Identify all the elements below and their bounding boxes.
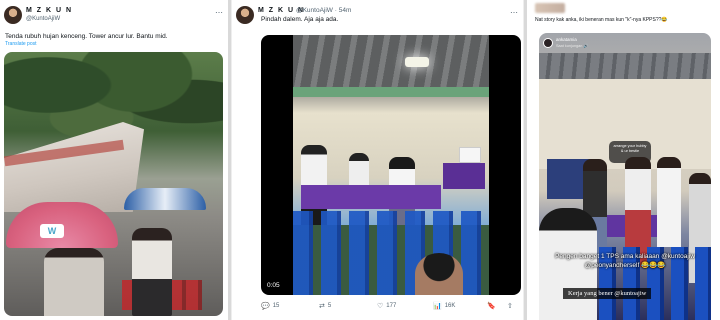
like-count: 177 xyxy=(386,303,397,309)
roof-beam-graphic xyxy=(293,87,489,97)
blue-umbrella-graphic xyxy=(124,188,206,210)
like-button[interactable]: ♡ 177 xyxy=(377,302,396,310)
ceiling-light-graphic xyxy=(405,57,429,67)
story-caption: Pengen banget 1 TPS ama kaliaaan @kuntoa… xyxy=(555,253,695,269)
video-duration: 0:05 xyxy=(267,282,280,289)
tweet-panel-story: Nat story kak anka, iki beneran mas kun … xyxy=(527,0,720,320)
tweet-panel-tenda: M Z K U N @KuntoAjiW ⋯ Tenda rubuh hujan… xyxy=(0,0,228,320)
reply-button[interactable]: 💬 15 xyxy=(261,302,279,310)
bookmark-icon: 🔖 xyxy=(487,303,496,310)
instagram-story-screenshot[interactable]: ankatamia Saat kunjungan 🔊 arrange your … xyxy=(539,33,711,320)
tweet-actions: 💬 15 ⇄ 5 ♡ 177 📊 16K 🔖 ⇧ xyxy=(261,302,521,314)
story-subtitle: Saat kunjungan 🔊 xyxy=(556,44,589,48)
person-graphic xyxy=(44,248,104,316)
video-frame xyxy=(293,35,489,295)
person-graphic xyxy=(132,228,172,316)
tweet-photo[interactable]: W xyxy=(4,52,223,316)
story-caption-secondary: Kerja yang bener @kuntoajiw xyxy=(563,288,652,299)
voting-booth-graphic xyxy=(459,147,481,163)
share-button[interactable]: ⇧ xyxy=(507,302,513,310)
views-button[interactable]: 📊 16K xyxy=(433,302,455,310)
share-icon: ⇧ xyxy=(507,303,513,310)
repost-button[interactable]: ⇄ 5 xyxy=(319,302,331,310)
heart-icon: ♡ xyxy=(377,303,384,310)
more-options-icon[interactable]: ⋯ xyxy=(215,8,224,17)
tweet-video[interactable]: 0:05 xyxy=(261,35,521,295)
tweet-header: M Z K U N @KuntoAjiW ⋯ xyxy=(4,4,224,28)
purple-table-graphic xyxy=(443,163,485,189)
more-options-icon[interactable]: ⋯ xyxy=(510,8,519,17)
translate-post-link[interactable]: Translate post xyxy=(5,41,37,47)
reply-icon: 💬 xyxy=(261,303,270,310)
author-name[interactable]: M Z K U N xyxy=(26,7,73,14)
repost-icon: ⇄ xyxy=(319,303,325,310)
blurred-username xyxy=(535,3,565,13)
purple-table-graphic xyxy=(301,185,441,209)
umbrella-logo: W xyxy=(40,224,64,238)
author-handle-time[interactable]: @KuntoAjiW · 54m xyxy=(296,7,351,14)
roof-graphic xyxy=(539,53,711,79)
tweet-panel-pindah: M Z K U N @KuntoAjiW · 54m ⋯ Pindah dale… xyxy=(231,0,524,320)
person-graphic xyxy=(415,253,463,295)
avatar[interactable] xyxy=(236,6,254,24)
reply-count: 15 xyxy=(272,303,280,309)
avatar[interactable] xyxy=(4,6,22,24)
tweet-text: Tenda rubuh hujan kenceng. Tower ancur l… xyxy=(5,33,168,40)
views-count: 16K xyxy=(444,303,456,309)
story-username: ankatamia xyxy=(556,37,577,42)
tweet-text: Nat story kak anka, iki beneran mas kun … xyxy=(535,17,668,23)
bookmark-button[interactable]: 🔖 xyxy=(487,302,496,310)
repost-count: 5 xyxy=(327,303,332,309)
views-icon: 📊 xyxy=(433,303,442,310)
tweet-text: Pindah dalem. Aja aja ada. xyxy=(261,16,339,23)
person-graphic xyxy=(657,157,681,247)
story-avatar xyxy=(543,38,553,48)
roof-graphic xyxy=(293,35,489,93)
author-handle[interactable]: @KuntoAjiW xyxy=(26,16,60,22)
